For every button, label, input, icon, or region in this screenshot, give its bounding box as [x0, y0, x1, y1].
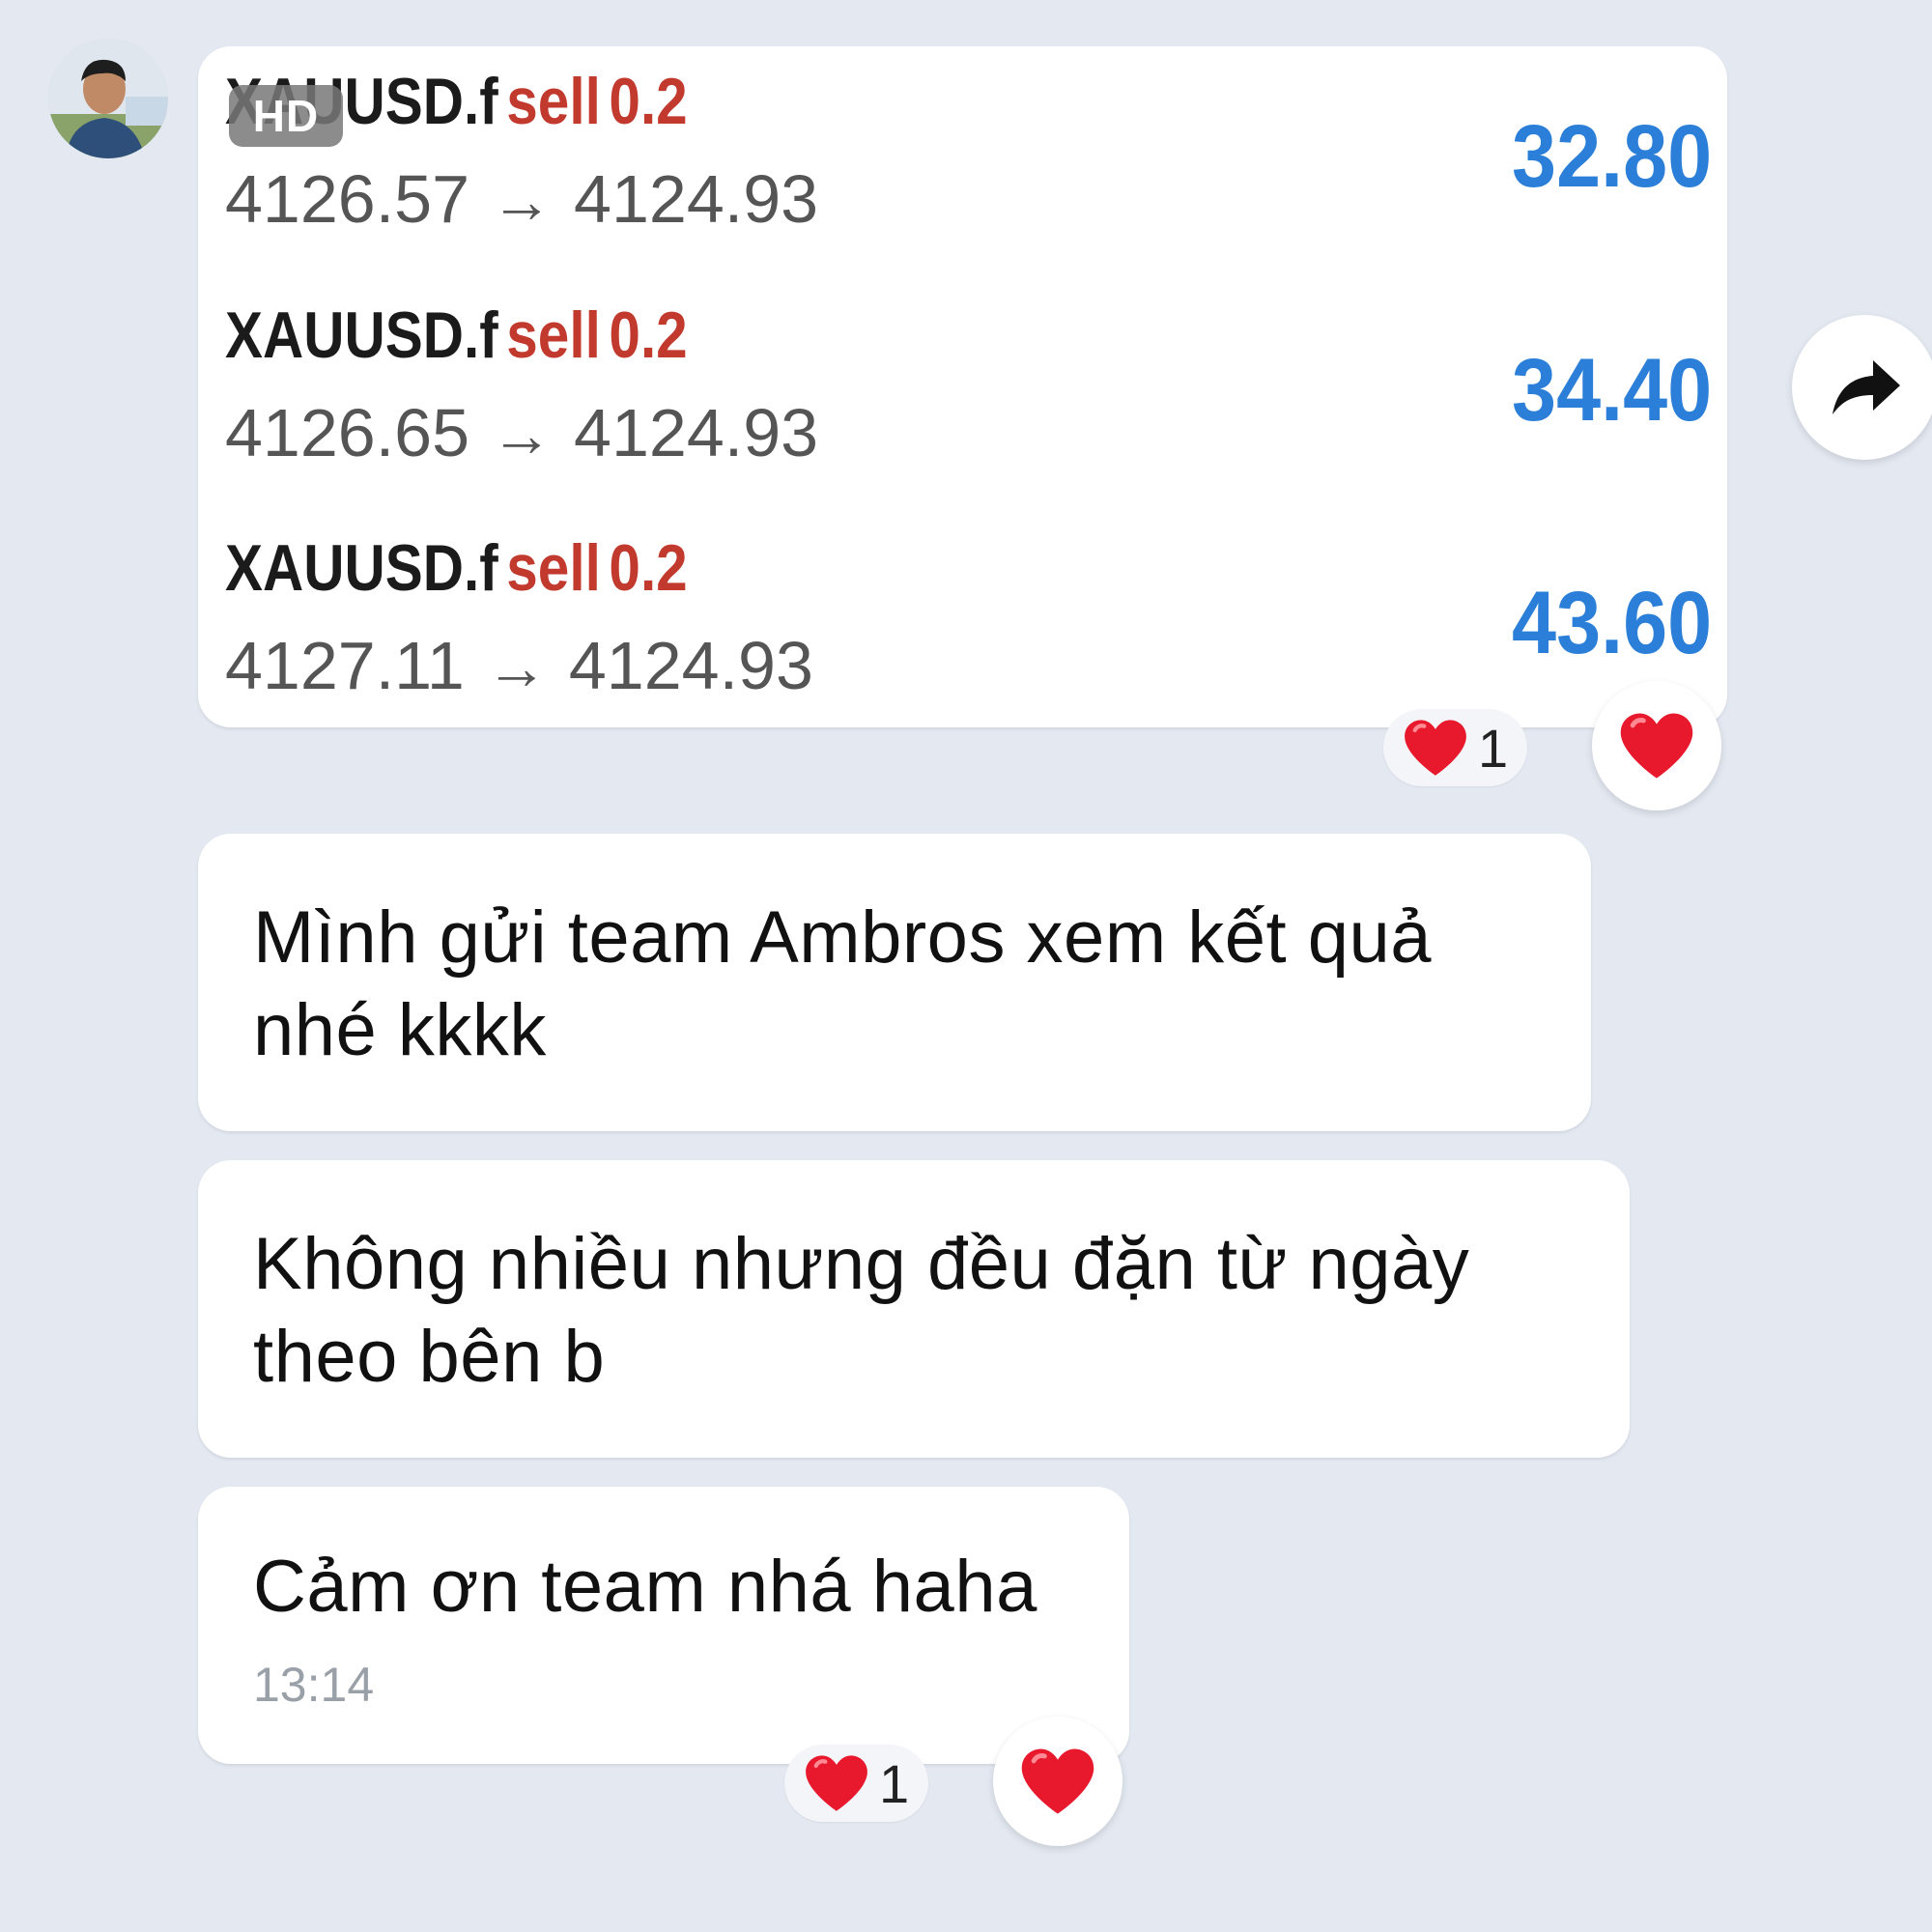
- reaction-count: 1: [879, 1752, 910, 1814]
- chat-screen: XAUUSD.f sell 0.2 4126.57 → 4124.93 32.80 XA…: [0, 0, 1932, 1932]
- symbol-label: XAUUSD.f: [225, 531, 498, 605]
- lot-label: 0.2: [609, 298, 688, 372]
- open-price: 4127.11: [225, 628, 465, 703]
- react-button[interactable]: [1592, 681, 1721, 810]
- react-button[interactable]: [993, 1717, 1122, 1846]
- reaction-count: 1: [1478, 717, 1509, 779]
- side-label: sell: [506, 531, 601, 605]
- message-bubble[interactable]: Mình gửi team Ambros xem kết quả nhé kkk…: [198, 834, 1591, 1131]
- side-label: sell: [506, 298, 601, 372]
- message-text: Mình gửi team Ambros xem kết quả nhé kkk…: [253, 896, 1433, 1071]
- hd-badge: HD: [229, 85, 343, 147]
- side-label: sell: [506, 65, 601, 138]
- message-text: Cảm ơn team nhá haha: [253, 1546, 1037, 1628]
- trade-symbol: XAUUSD.f sell 0.2: [225, 298, 688, 373]
- close-price: 4124.93: [568, 628, 813, 703]
- trade-symbol: XAUUSD.f sell 0.2: [225, 530, 688, 606]
- trade-prices: 4127.11 → 4124.93: [225, 627, 813, 704]
- trade-prices: 4126.57 → 4124.93: [225, 160, 818, 238]
- close-price: 4124.93: [574, 161, 819, 237]
- trade-profit: 34.40: [1511, 341, 1712, 440]
- trade-row: XAUUSD.f sell 0.2 4126.65 → 4124.93 34.40: [219, 290, 1712, 512]
- share-button[interactable]: [1792, 315, 1932, 460]
- reaction-summary[interactable]: 1: [1383, 709, 1528, 786]
- trade-row: XAUUSD.f sell 0.2 4127.11 → 4124.93 43.60: [219, 523, 1712, 727]
- trade-prices: 4126.65 → 4124.93: [225, 394, 818, 471]
- arrow-icon: →: [485, 633, 548, 702]
- lot-label: 0.2: [609, 65, 688, 138]
- open-price: 4126.65: [225, 395, 470, 470]
- message-bubble[interactable]: Không nhiều nhưng đều đặn từ ngày theo b…: [198, 1160, 1630, 1458]
- user-avatar-icon: [48, 39, 168, 158]
- message-bubble[interactable]: Cảm ơn team nhá haha 13:14: [198, 1487, 1129, 1764]
- lot-label: 0.2: [609, 531, 688, 605]
- share-arrow-icon: [1833, 360, 1900, 414]
- heart-icon: [1405, 720, 1466, 776]
- arrow-icon: →: [491, 400, 554, 469]
- trade-row: XAUUSD.f sell 0.2 4126.57 → 4124.93 32.80: [219, 56, 1712, 278]
- message-time: 13:14: [253, 1658, 375, 1712]
- reaction-summary[interactable]: 1: [784, 1745, 929, 1822]
- heart-icon: [1620, 713, 1693, 779]
- message-text: Không nhiều nhưng đều đặn từ ngày theo b…: [253, 1223, 1470, 1398]
- open-price: 4126.57: [225, 161, 470, 237]
- trade-profit: 43.60: [1511, 574, 1712, 672]
- trade-image-message[interactable]: XAUUSD.f sell 0.2 4126.57 → 4124.93 32.80 XA…: [198, 46, 1727, 727]
- sender-avatar[interactable]: [48, 39, 168, 158]
- symbol-label: XAUUSD.f: [225, 298, 498, 372]
- close-price: 4124.93: [574, 395, 819, 470]
- heart-icon: [806, 1755, 867, 1811]
- trade-profit: 32.80: [1511, 107, 1712, 206]
- arrow-icon: →: [491, 166, 554, 236]
- heart-icon: [1021, 1748, 1094, 1814]
